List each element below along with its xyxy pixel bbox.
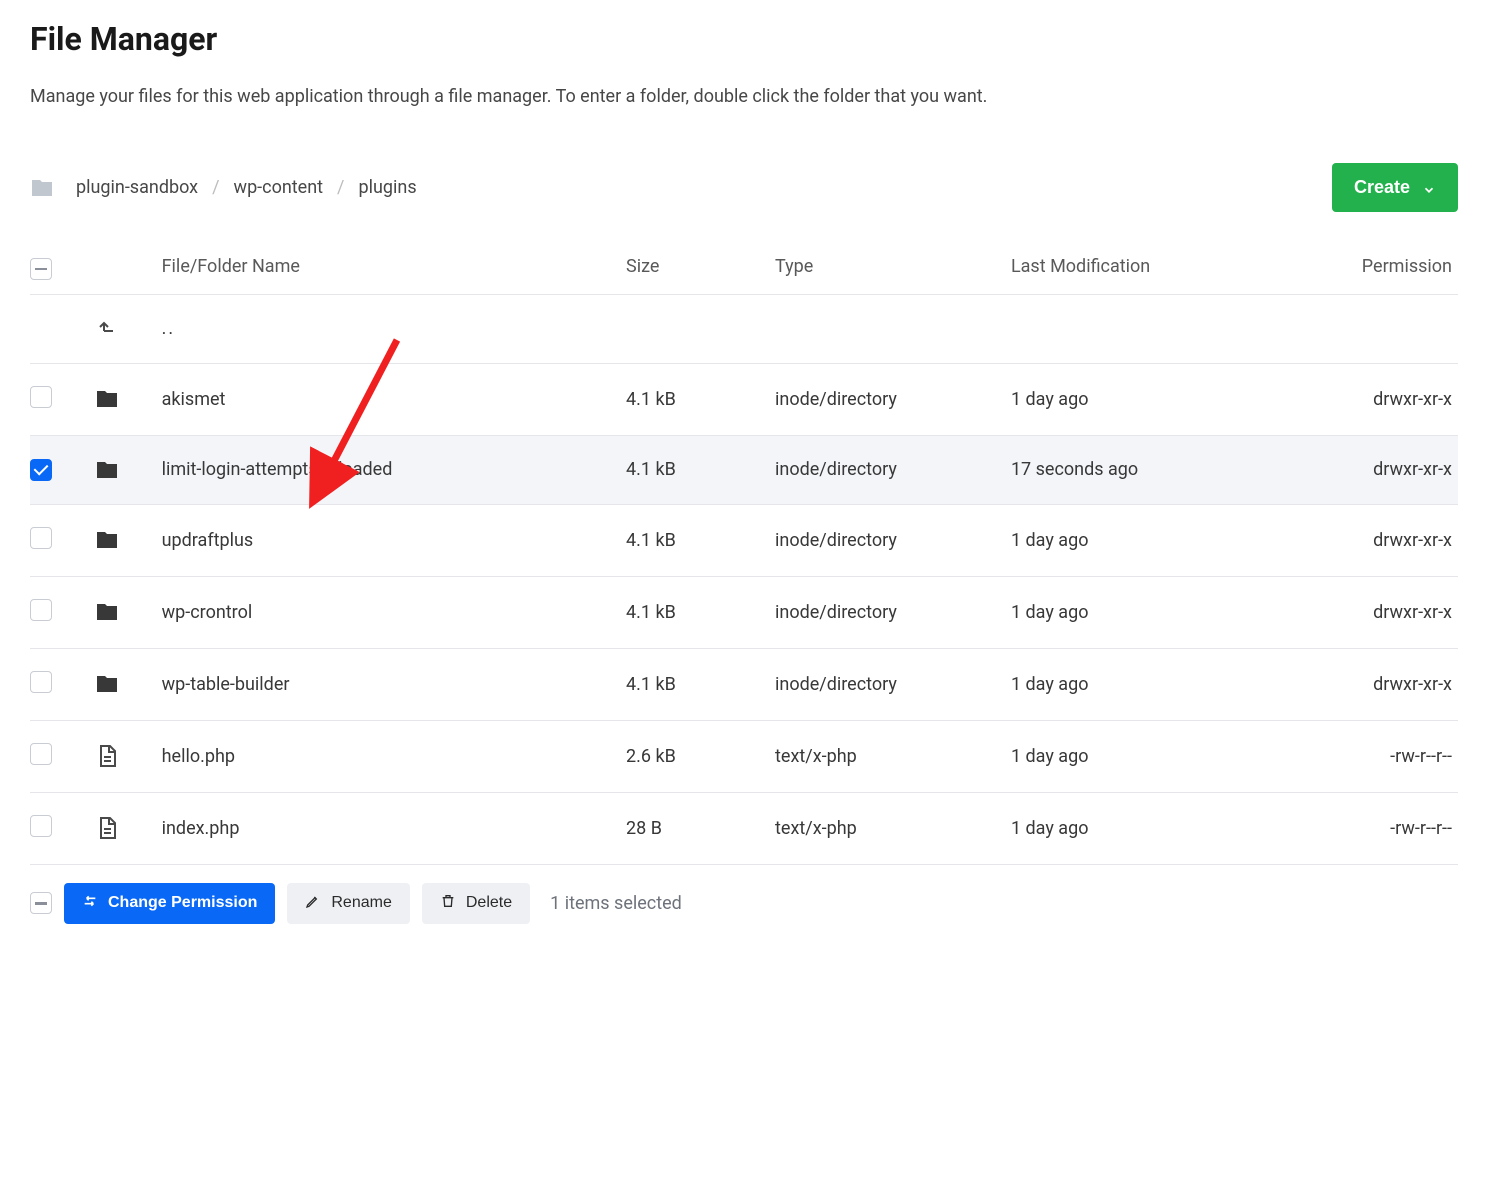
pencil-icon: [305, 893, 321, 914]
delete-label: Delete: [466, 894, 512, 912]
footer-select-checkbox[interactable]: [30, 892, 52, 914]
file-modified: 1 day ago: [1011, 576, 1321, 648]
breadcrumb-item[interactable]: plugin-sandbox: [76, 177, 198, 198]
file-type: text/x-php: [775, 720, 1011, 792]
page-title: File Manager: [30, 20, 1458, 58]
row-checkbox[interactable]: [30, 815, 52, 837]
table-row[interactable]: updraftplus4.1 kBinode/directory1 day ag…: [30, 504, 1458, 576]
file-size: 28 B: [626, 792, 775, 864]
file-permission: drwxr-xr-x: [1321, 504, 1458, 576]
file-type: inode/directory: [775, 576, 1011, 648]
file-type: inode/directory: [775, 504, 1011, 576]
file-permission: drwxr-xr-x: [1321, 576, 1458, 648]
table-row[interactable]: wp-table-builder4.1 kBinode/directory1 d…: [30, 648, 1458, 720]
file-name: updraftplus: [162, 504, 626, 576]
file-modified: 1 day ago: [1011, 504, 1321, 576]
folder-icon: [95, 672, 162, 696]
breadcrumb-separator: /: [337, 177, 344, 198]
chevron-down-icon: [1422, 181, 1436, 195]
swap-icon: [82, 893, 98, 914]
file-modified: 1 day ago: [1011, 363, 1321, 435]
file-permission: -rw-r--r--: [1321, 720, 1458, 792]
file-size: 4.1 kB: [626, 648, 775, 720]
create-button-label: Create: [1354, 177, 1410, 198]
change-permission-label: Change Permission: [108, 894, 257, 912]
folder-icon: [95, 528, 162, 552]
file-modified: 1 day ago: [1011, 648, 1321, 720]
row-checkbox[interactable]: [30, 386, 52, 408]
table-row[interactable]: hello.php2.6 kBtext/x-php1 day ago-rw-r-…: [30, 720, 1458, 792]
folder-icon: [30, 176, 54, 200]
file-modified: 1 day ago: [1011, 720, 1321, 792]
row-checkbox[interactable]: [30, 459, 52, 481]
file-name: index.php: [162, 792, 626, 864]
column-header-name[interactable]: File/Folder Name: [162, 240, 626, 294]
create-button[interactable]: Create: [1332, 163, 1458, 212]
parent-directory-row[interactable]: ..: [30, 294, 1458, 363]
folder-icon: [95, 387, 162, 411]
column-header-permission[interactable]: Permission: [1321, 240, 1458, 294]
file-modified: 17 seconds ago: [1011, 435, 1321, 504]
trash-icon: [440, 893, 456, 914]
file-icon: [95, 744, 162, 768]
file-permission: drwxr-xr-x: [1321, 435, 1458, 504]
column-header-type[interactable]: Type: [775, 240, 1011, 294]
column-header-modified[interactable]: Last Modification: [1011, 240, 1321, 294]
file-name: wp-table-builder: [162, 648, 626, 720]
file-name: wp-crontrol: [162, 576, 626, 648]
file-name: limit-login-attempts-reloaded: [162, 435, 626, 504]
file-name: hello.php: [162, 720, 626, 792]
breadcrumb-separator: /: [212, 177, 219, 198]
file-icon: [95, 816, 162, 840]
file-size: 2.6 kB: [626, 720, 775, 792]
file-permission: -rw-r--r--: [1321, 792, 1458, 864]
table-row[interactable]: limit-login-attempts-reloaded4.1 kBinode…: [30, 435, 1458, 504]
change-permission-button[interactable]: Change Permission: [64, 883, 275, 924]
file-permission: drwxr-xr-x: [1321, 363, 1458, 435]
breadcrumb: plugin-sandbox / wp-content / plugins: [30, 176, 417, 200]
table-row[interactable]: index.php28 Btext/x-php1 day ago-rw-r--r…: [30, 792, 1458, 864]
page-subtitle: Manage your files for this web applicati…: [30, 86, 1458, 107]
file-type: inode/directory: [775, 363, 1011, 435]
breadcrumb-item[interactable]: plugins: [358, 177, 416, 198]
file-permission: drwxr-xr-x: [1321, 648, 1458, 720]
table-row[interactable]: wp-crontrol4.1 kBinode/directory1 day ag…: [30, 576, 1458, 648]
file-type: inode/directory: [775, 648, 1011, 720]
selection-status: 1 items selected: [550, 893, 682, 914]
file-size: 4.1 kB: [626, 504, 775, 576]
rename-label: Rename: [331, 894, 391, 912]
file-table: File/Folder Name Size Type Last Modifica…: [30, 240, 1458, 865]
table-row[interactable]: akismet4.1 kBinode/directory1 day agodrw…: [30, 363, 1458, 435]
column-header-size[interactable]: Size: [626, 240, 775, 294]
row-checkbox[interactable]: [30, 527, 52, 549]
rename-button[interactable]: Rename: [287, 883, 409, 924]
file-size: 4.1 kB: [626, 576, 775, 648]
file-type: text/x-php: [775, 792, 1011, 864]
parent-directory-label: ..: [162, 294, 626, 363]
file-name: akismet: [162, 363, 626, 435]
file-type: inode/directory: [775, 435, 1011, 504]
row-checkbox[interactable]: [30, 599, 52, 621]
file-modified: 1 day ago: [1011, 792, 1321, 864]
row-checkbox[interactable]: [30, 743, 52, 765]
file-size: 4.1 kB: [626, 435, 775, 504]
file-size: 4.1 kB: [626, 363, 775, 435]
select-all-checkbox[interactable]: [30, 258, 52, 280]
folder-icon: [95, 600, 162, 624]
row-checkbox[interactable]: [30, 671, 52, 693]
up-arrow-icon: [95, 317, 162, 341]
breadcrumb-item[interactable]: wp-content: [234, 177, 324, 198]
delete-button[interactable]: Delete: [422, 883, 530, 924]
folder-icon: [95, 458, 162, 482]
